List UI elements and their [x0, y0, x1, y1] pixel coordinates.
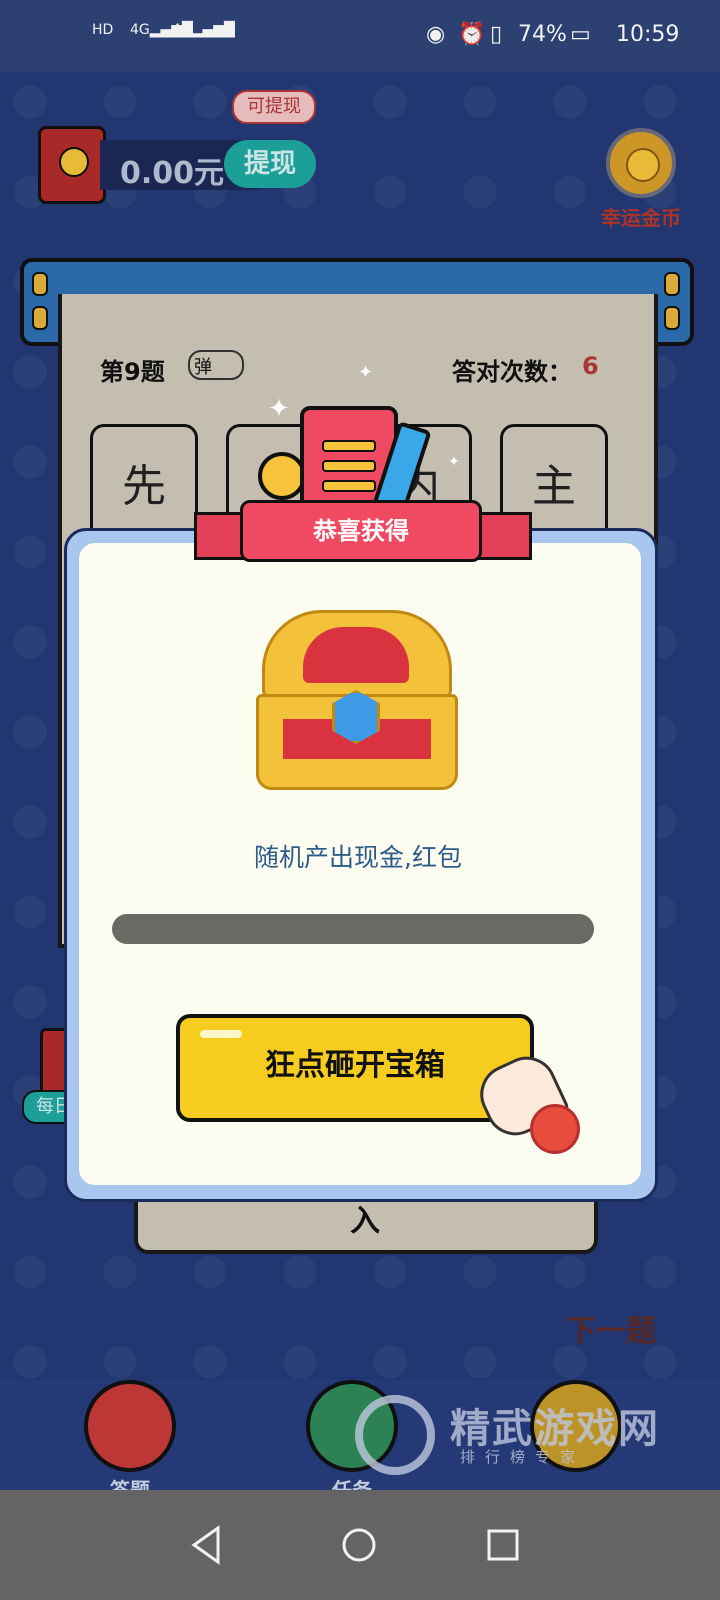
medal-icon: [258, 452, 306, 500]
pointing-hand-icon: [470, 1040, 582, 1154]
smash-progress-bar: [112, 914, 594, 944]
sparkle-icon: ✦: [268, 394, 290, 424]
ribbon-title: 恭喜获得: [240, 500, 482, 562]
reward-description: 随机产出现金,红包: [254, 843, 462, 872]
sparkle-icon: ✦: [448, 454, 460, 470]
smash-button-label: 狂点砸开宝箱: [265, 1048, 445, 1083]
ribbon-banner: 恭喜获得: [194, 500, 532, 566]
sparkle-icon: ✦: [358, 362, 374, 383]
treasure-chest-icon: [242, 610, 466, 790]
